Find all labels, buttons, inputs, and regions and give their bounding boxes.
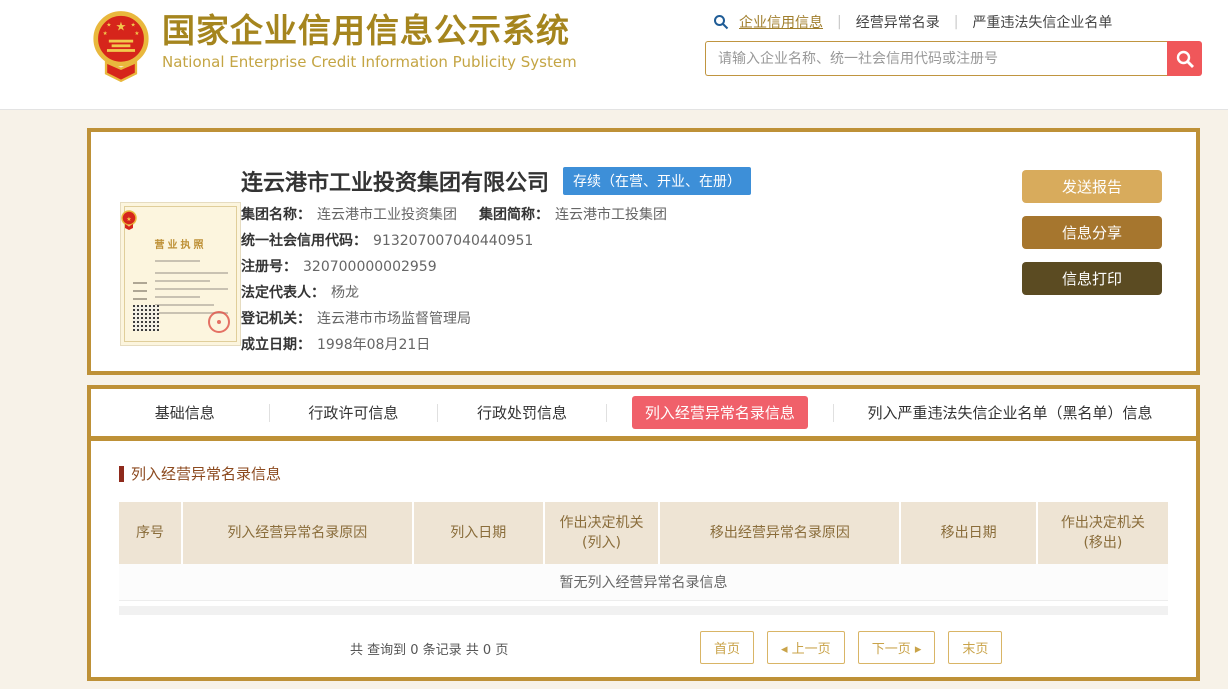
search-button-icon — [1175, 49, 1195, 69]
svg-text:★: ★ — [134, 30, 139, 37]
tab-admin-license[interactable]: 行政许可信息 — [270, 402, 438, 423]
tab-abnormal-operations[interactable]: 列入经营异常名录信息 — [607, 396, 833, 429]
header-search-area: 企业信用信息 | 经营异常名录 | 严重违法失信企业名单 — [705, 12, 1202, 76]
record-count: 共 查询到 0 条记录 共 0 页 — [350, 639, 508, 658]
prev-page-button[interactable]: ◂ 上一页 — [767, 631, 845, 664]
svg-text:★: ★ — [126, 216, 131, 223]
field-credit-code: 统一社会信用代码：913207007040440951 — [241, 234, 751, 249]
col-removal-reason: 移出经营异常名录原因 — [659, 502, 900, 564]
col-inclusion-reason: 列入经营异常名录原因 — [182, 502, 413, 564]
nav-link-abnormal-list[interactable]: 经营异常名录 — [856, 12, 940, 32]
detail-panel: 基础信息 行政许可信息 行政处罚信息 列入经营异常名录信息 列入严重违法失信企业… — [87, 385, 1200, 681]
national-emblem-icon: ★ ★ ★ ★ ★ — [92, 8, 150, 92]
tab-basic-info[interactable]: 基础信息 — [101, 402, 269, 423]
tab-bar: 基础信息 行政许可信息 行政处罚信息 列入经营异常名录信息 列入严重违法失信企业… — [91, 389, 1196, 441]
nav-link-enterprise-credit[interactable]: 企业信用信息 — [739, 12, 823, 32]
pagination: 共 查询到 0 条记录 共 0 页 首页 ◂ 上一页 下一页 ▸ 末页 — [119, 629, 1168, 675]
table-empty-message: 暂无列入经营异常名录信息 — [119, 564, 1168, 601]
col-deciding-authority-out: 作出决定机关 (移出) — [1037, 502, 1168, 564]
last-page-button[interactable]: 末页 — [948, 631, 1002, 664]
col-inclusion-date: 列入日期 — [413, 502, 544, 564]
field-establishment-date: 成立日期：1998年08月21日 — [241, 338, 751, 353]
section-title: 列入经营异常名录信息 — [119, 463, 1168, 484]
table-scrollbar[interactable] — [119, 606, 1168, 615]
svg-text:★: ★ — [106, 22, 111, 29]
nav-separator: | — [837, 14, 842, 30]
nav-link-illegal-list[interactable]: 严重违法失信企业名单 — [972, 12, 1112, 32]
company-name: 连云港市工业投资集团有限公司 — [241, 165, 549, 197]
col-removal-date: 移出日期 — [900, 502, 1036, 564]
business-license-image[interactable]: ★ 营业执照 — [120, 202, 241, 346]
abnormal-operations-table: 序号 列入经营异常名录原因 列入日期 作出决定机关 (列入) 移出经营异常名录原… — [119, 502, 1168, 564]
license-title: 营业执照 — [121, 236, 240, 251]
send-report-button[interactable]: 发送报告 — [1022, 170, 1162, 203]
info-share-button[interactable]: 信息分享 — [1022, 216, 1162, 249]
company-info: 连云港市工业投资集团有限公司 存续（在营、开业、在册） 集团名称：连云港市工业投… — [241, 165, 751, 353]
nav-separator: | — [954, 14, 959, 30]
search-icon — [713, 14, 729, 30]
col-deciding-authority-in: 作出决定机关 (列入) — [544, 502, 659, 564]
site-logo: ★ ★ ★ ★ ★ 国家企业信用信息公示系统 National Enterpri… — [92, 8, 577, 92]
table-header-row: 序号 列入经营异常名录原因 列入日期 作出决定机关 (列入) 移出经营异常名录原… — [119, 502, 1168, 564]
svg-text:★: ★ — [103, 30, 108, 37]
field-legal-representative: 法定代表人：杨龙 — [241, 286, 751, 301]
status-badge: 存续（在营、开业、在册） — [563, 167, 751, 195]
site-header: ★ ★ ★ ★ ★ 国家企业信用信息公示系统 National Enterpri… — [0, 0, 1228, 110]
tab-content: 列入经营异常名录信息 序号 列入经营异常名录原因 列入日期 作出决定机关 (列入… — [91, 441, 1196, 675]
svg-text:★: ★ — [131, 22, 136, 29]
license-qr-code — [133, 305, 159, 331]
license-emblem-icon: ★ — [121, 210, 137, 230]
search-input[interactable] — [705, 41, 1167, 76]
tab-blacklist[interactable]: 列入严重违法失信企业名单（黑名单）信息 — [834, 402, 1186, 423]
tab-admin-penalty[interactable]: 行政处罚信息 — [438, 402, 606, 423]
site-subtitle: National Enterprise Credit Information P… — [162, 53, 577, 71]
col-index: 序号 — [119, 502, 182, 564]
first-page-button[interactable]: 首页 — [700, 631, 754, 664]
search-button[interactable] — [1167, 41, 1202, 76]
field-group-name: 集团名称：连云港市工业投资集团集团简称：连云港市工投集团 — [241, 208, 751, 223]
field-registration-authority: 登记机关：连云港市市场监督管理局 — [241, 312, 751, 327]
company-actions: 发送报告 信息分享 信息打印 — [1022, 170, 1162, 308]
info-print-button[interactable]: 信息打印 — [1022, 262, 1162, 295]
next-page-button[interactable]: 下一页 ▸ — [858, 631, 936, 664]
site-title: 国家企业信用信息公示系统 — [162, 12, 577, 50]
company-summary-panel: ★ 营业执照 连云港市工业投资集团有限公司 存续（在营、开业、在册） 集团名称：… — [87, 128, 1200, 375]
field-registration-number: 注册号：320700000002959 — [241, 260, 751, 275]
svg-text:★: ★ — [116, 19, 127, 33]
license-seal — [208, 311, 230, 333]
